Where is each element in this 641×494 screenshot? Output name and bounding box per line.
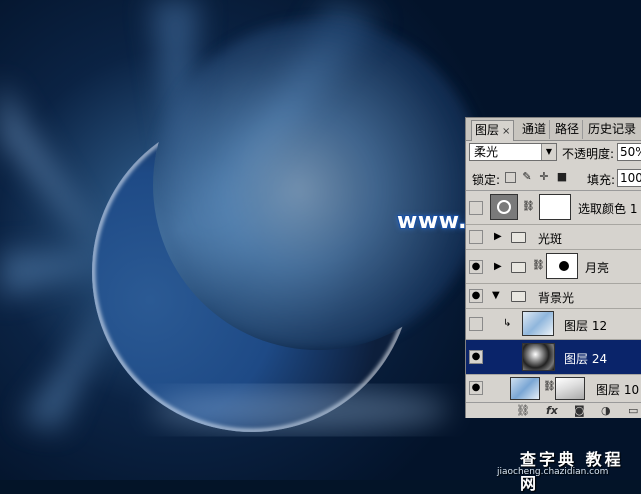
- layer-name: 图层 24: [564, 352, 608, 366]
- adjustment-icon: [490, 194, 518, 220]
- lock-fill-row: 锁定: ✎ ✛ ■ 填充: 100%: [466, 166, 641, 191]
- visibility-toggle[interactable]: [469, 230, 483, 244]
- layer-row-spots-group[interactable]: ▶ 光斑: [466, 225, 641, 250]
- lock-label: 锁定:: [472, 173, 501, 187]
- layer-mask-thumbnail: [539, 194, 571, 220]
- folder-icon: [511, 291, 526, 302]
- link-icon: ⛓: [522, 201, 535, 212]
- tab-label: 路径: [555, 122, 580, 136]
- lock-transparency-icon[interactable]: [505, 172, 516, 183]
- chevron-down-icon[interactable]: ▼: [541, 144, 556, 160]
- link-icon: ⛓: [532, 260, 545, 271]
- layer-row-layer-12[interactable]: ↳ 图层 12: [466, 309, 641, 340]
- brush-icon[interactable]: ✎: [521, 171, 533, 183]
- layer-name: 背景光: [538, 291, 575, 305]
- bottom-flare: [150, 388, 450, 432]
- adjustment-icon[interactable]: ◑: [601, 404, 611, 417]
- tab-label: 历史记录: [588, 122, 637, 136]
- layer-mask-thumbnail: [555, 377, 585, 400]
- eye-icon[interactable]: ●: [469, 350, 483, 364]
- layers-panel: 图层× 通道 路径 历史记录 柔光 ▼ 不透明度: 50% 锁定: ✎ ✛ ■ …: [465, 117, 641, 418]
- panel-tabs: 图层 × 通道 路径 历史记录: [466, 118, 641, 141]
- mask-icon[interactable]: ◙: [574, 404, 585, 417]
- blend-mode-value: 柔光: [474, 145, 499, 159]
- eye-icon[interactable]: ●: [469, 381, 483, 395]
- layer-thumbnail: [522, 311, 554, 336]
- clip-arrow-icon: ↳: [503, 318, 512, 329]
- folder-icon[interactable]: ▭: [628, 404, 638, 417]
- site-url-text: jiaocheng.chazidian.com: [497, 467, 609, 477]
- opacity-label: 不透明度:: [562, 147, 615, 161]
- tab-paths[interactable]: 路径: [552, 120, 584, 139]
- layer-thumbnail: [522, 343, 555, 371]
- layer-row-backlight-group[interactable]: ● ▼ 背景光: [466, 284, 641, 309]
- visibility-toggle[interactable]: [469, 317, 483, 331]
- tab-label: 通道: [522, 122, 547, 136]
- blend-opacity-row: 柔光 ▼ 不透明度: 50%: [466, 140, 641, 166]
- layer-name: 选取颜色 1: [578, 202, 638, 216]
- layers-list: ⛓ 选取颜色 1 ▶ 光斑 ● ▶ ⛓ 月亮 ● ▼ 背景光 ↳ 图层 12 ●…: [466, 191, 641, 402]
- opacity-input[interactable]: 50%: [617, 143, 641, 161]
- tab-label: 图层: [475, 123, 500, 137]
- lock-icon[interactable]: ■: [556, 171, 568, 183]
- visibility-toggle[interactable]: [469, 201, 483, 215]
- layer-row-selective-color[interactable]: ⛓ 选取颜色 1: [466, 191, 641, 225]
- layer-name: 图层 10 副: [596, 383, 641, 397]
- tab-history[interactable]: 历史记录: [585, 120, 639, 139]
- link-icon[interactable]: ⛓: [516, 404, 530, 417]
- eye-icon[interactable]: ●: [469, 260, 483, 274]
- eye-icon[interactable]: ●: [469, 289, 483, 303]
- layer-name: 月亮: [585, 261, 610, 275]
- layer-row-layer-24[interactable]: ● 图层 24: [466, 340, 641, 375]
- expand-arrow-icon[interactable]: ▶: [494, 261, 502, 272]
- layer-name: 光斑: [538, 232, 563, 246]
- move-icon[interactable]: ✛: [538, 171, 550, 183]
- fill-label: 填充:: [587, 173, 616, 187]
- panel-bottom-toolbar: ⛓ fx ◙ ◑ ▭: [466, 402, 641, 418]
- folder-icon: [511, 262, 526, 273]
- layer-row-moon-group[interactable]: ● ▶ ⛓ 月亮: [466, 250, 641, 284]
- layer-name: 图层 12: [564, 319, 608, 333]
- tab-layers[interactable]: 图层 ×: [471, 120, 515, 141]
- layer-thumbnail: [510, 377, 540, 400]
- blend-mode-select[interactable]: 柔光 ▼: [469, 143, 557, 161]
- folder-icon: [511, 232, 526, 243]
- fx-icon[interactable]: fx: [546, 404, 558, 417]
- layer-mask-thumbnail: [546, 253, 578, 279]
- tab-channels[interactable]: 通道: [519, 120, 551, 139]
- link-icon: ⛓: [543, 381, 556, 392]
- expand-arrow-icon[interactable]: ▶: [494, 231, 502, 242]
- fill-input[interactable]: 100%: [617, 169, 641, 187]
- layer-row-layer-10-copy[interactable]: ● ⛓ 图层 10 副: [466, 375, 641, 402]
- close-icon[interactable]: ×: [502, 126, 510, 137]
- collapse-arrow-icon[interactable]: ▼: [492, 290, 500, 301]
